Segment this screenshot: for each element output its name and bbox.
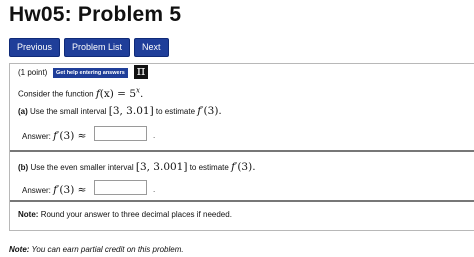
part-b-answer-row: Answer: f′(3) ≈ — [22, 184, 86, 196]
rounding-note-label: Note: — [18, 210, 39, 219]
part-a-interval: [3, 3.01] — [108, 105, 154, 117]
part-b-target-rest: ′(3). — [234, 161, 256, 173]
part-a-answer-row: Answer: f′(3) ≈ — [22, 130, 86, 142]
points-label: (1 point) — [18, 68, 48, 77]
part-a-answer-input[interactable] — [94, 126, 147, 141]
part-a-label: (a) — [18, 107, 28, 116]
function-formula: f(x) = 5x. — [96, 86, 144, 100]
part-b-text-after: to estimate — [189, 163, 229, 172]
part-a-target: f′(3). — [197, 105, 222, 117]
previous-button[interactable]: Previous — [9, 38, 61, 57]
part-a-text-before: Use the small interval — [30, 107, 107, 116]
part-b-answer-rest: ′(3) ≈ — [57, 184, 87, 196]
part-divider — [10, 150, 474, 152]
consider-text: Consider the function — [18, 89, 94, 99]
part-b-answer-label: Answer: — [22, 186, 51, 195]
partial-credit-note: Note: You can earn partial credit on thi… — [9, 245, 184, 254]
part-a-answer-label: Answer: — [22, 132, 51, 141]
part-a-target-rest: ′(3). — [201, 105, 222, 117]
part-b-target: f′(3). — [231, 161, 256, 173]
partial-credit-text: You can earn partial credit on this prob… — [31, 245, 184, 254]
part-a-trailing: . — [153, 131, 156, 140]
problem-nav: Previous Problem List Next — [9, 38, 169, 57]
part-b-trailing: . — [153, 185, 156, 194]
part-b-answer-math: f′(3) ≈ — [53, 184, 86, 196]
part-a-answer-rest: ′(3) ≈ — [57, 130, 87, 142]
function-period: . — [139, 87, 144, 100]
part-b-interval: [3, 3.001] — [135, 161, 188, 173]
part-a-answer-math: f′(3) ≈ — [53, 130, 86, 142]
problem-list-button[interactable]: Problem List — [64, 38, 131, 57]
note-divider — [10, 200, 474, 202]
part-b-prompt: (b) Use the even smaller interval [3, 3.… — [18, 161, 256, 173]
page-title: Hw05: Problem 5 — [9, 3, 182, 26]
part-b-answer-input[interactable] — [94, 180, 147, 195]
part-b-label: (b) — [18, 163, 29, 172]
function-statement: Consider the function f(x) = 5x. — [18, 86, 143, 100]
part-b-text-before: Use the even smaller interval — [30, 163, 134, 172]
problem-panel: (1 point) Get help entering answers π Co… — [9, 63, 474, 231]
help-entering-answers-button[interactable]: Get help entering answers — [53, 68, 128, 78]
function-body: (x) = 5 — [99, 87, 137, 100]
rounding-note-text: Round your answer to three decimal place… — [40, 210, 232, 219]
pi-icon[interactable]: π — [134, 65, 148, 79]
next-button[interactable]: Next — [134, 38, 169, 57]
rounding-note: Note: Round your answer to three decimal… — [18, 210, 232, 219]
partial-credit-label: Note: — [9, 245, 30, 254]
part-a-text-after: to estimate — [155, 107, 196, 116]
part-a-prompt: (a) Use the small interval [3, 3.01] to … — [18, 105, 222, 117]
